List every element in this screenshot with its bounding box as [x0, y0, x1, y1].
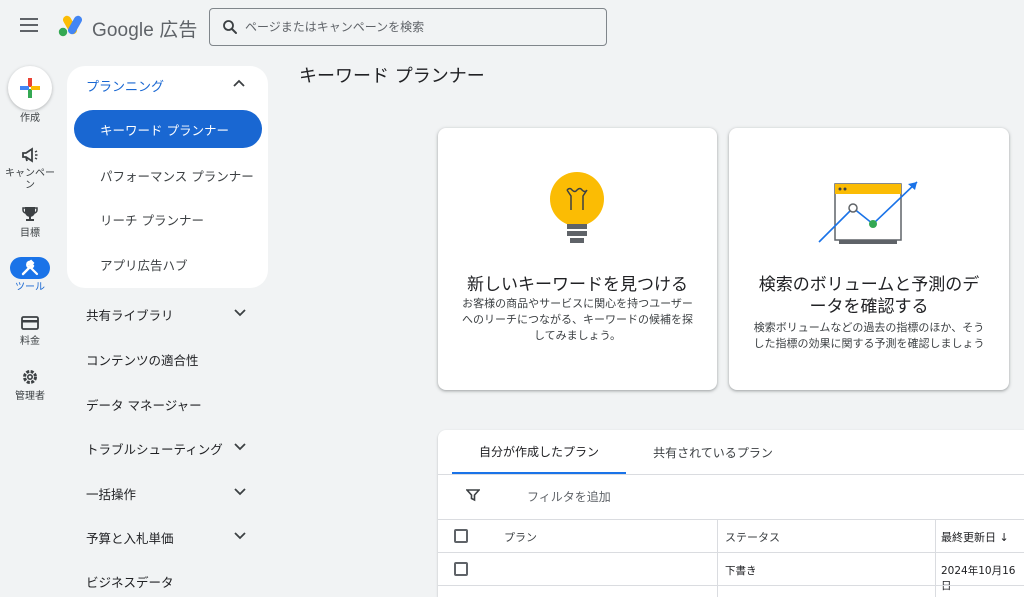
tools-active-pill[interactable] — [10, 257, 50, 279]
create-button[interactable] — [8, 66, 52, 110]
column-header-plan[interactable]: プラン — [504, 529, 537, 545]
nav-group-troubleshooting[interactable]: トラブルシューティング — [86, 439, 223, 458]
row-divider — [438, 552, 1024, 553]
chevron-down-icon[interactable] — [233, 487, 247, 497]
chart-window-icon — [818, 181, 918, 244]
goals-label[interactable]: 目標 — [0, 228, 60, 240]
column-header-status[interactable]: ステータス — [725, 529, 780, 545]
tab-my-plans[interactable]: 自分が作成したプラン — [452, 430, 626, 474]
row-divider — [438, 519, 1024, 520]
row-checkbox[interactable] — [454, 562, 468, 576]
nav-item-reach-planner[interactable]: リーチ プランナー — [100, 210, 204, 229]
forecast-volume-card[interactable]: 検索のボリュームと予測のデ ータを確認する 検索ボリュームなどの過去の指標のほか… — [729, 128, 1009, 390]
row-divider — [438, 585, 1024, 586]
admin-label[interactable]: 管理者 — [0, 391, 60, 403]
campaigns-label[interactable]: キャンペーン — [0, 168, 60, 192]
card-title: 検索のボリュームと予測のデ ータを確認する — [758, 275, 980, 317]
card-description: 検索ボリュームなどの過去の指標のほか、そう した指標の効果に関する予測を確認しま… — [753, 321, 985, 350]
last-updated-cell: 2024年10月16日 — [941, 565, 1016, 592]
create-label[interactable]: 作成 — [0, 113, 60, 125]
tab-divider — [438, 474, 1024, 475]
top-bar: Google 広告 — [0, 0, 1024, 56]
brand-name: Google 広告 — [92, 20, 198, 41]
plans-table-panel: 自分が作成したプラン 共有されているプラン フィルタを追加 プラン ステータス … — [438, 430, 1024, 597]
search-icon — [223, 20, 237, 34]
lightbulb-icon — [550, 172, 604, 243]
nav-group-data-manager[interactable]: データ マネージャー — [86, 395, 202, 414]
nav-group-budgets-bidding[interactable]: 予算と入札単価 — [86, 528, 174, 547]
select-all-checkbox[interactable] — [454, 529, 468, 543]
chevron-up-icon[interactable] — [232, 78, 246, 88]
filter-icon[interactable] — [466, 488, 480, 502]
tools-label[interactable]: ツール — [0, 282, 60, 294]
card-description: お客様の商品やサービスに関心を持つユーザー へのリーチにつながる、キーワードの候… — [462, 297, 693, 342]
wrench-screwdriver-icon — [21, 259, 39, 276]
credit-card-icon[interactable] — [20, 313, 40, 333]
nav-group-content-suitability[interactable]: コンテンツの適合性 — [86, 350, 199, 369]
megaphone-icon[interactable] — [20, 145, 40, 165]
chevron-down-icon[interactable] — [233, 308, 247, 318]
chevron-down-icon[interactable] — [233, 531, 247, 541]
nav-item-keyword-planner[interactable]: キーワード プランナー — [74, 110, 262, 148]
column-header-last-updated[interactable]: 最終更新日 ↓ — [941, 529, 1009, 545]
hamburger-menu-icon[interactable] — [20, 18, 38, 32]
nav-group-business-data[interactable]: ビジネスデータ — [86, 572, 174, 591]
trophy-icon[interactable] — [20, 204, 40, 224]
planning-section-header[interactable]: プランニング — [86, 76, 164, 95]
add-filter-button[interactable]: フィルタを追加 — [527, 488, 611, 505]
tab-shared-plans[interactable]: 共有されているプラン — [628, 430, 798, 474]
billing-label[interactable]: 料金 — [0, 336, 60, 348]
gear-icon[interactable] — [20, 367, 40, 387]
discover-keywords-card[interactable]: 新しいキーワードを見つける お客様の商品やサービスに関心を持つユーザー へのリー… — [438, 128, 717, 390]
search-box[interactable] — [209, 8, 607, 46]
nav-group-bulk-actions[interactable]: 一括操作 — [86, 484, 136, 503]
google-ads-logo[interactable] — [58, 15, 84, 37]
nav-item-app-ads-hub[interactable]: アプリ広告ハブ — [100, 255, 188, 274]
nav-group-shared-library[interactable]: 共有ライブラリ — [86, 305, 174, 324]
chevron-down-icon[interactable] — [233, 442, 247, 452]
plus-icon — [20, 78, 40, 98]
nav-item-performance-planner[interactable]: パフォーマンス プランナー — [100, 166, 254, 185]
card-title: 新しいキーワードを見つける — [467, 275, 688, 295]
page-title: キーワード プランナー — [299, 66, 485, 87]
sort-arrow-icon: ↓ — [999, 531, 1009, 544]
status-cell: 下書き — [725, 565, 757, 577]
search-input[interactable] — [245, 20, 585, 34]
